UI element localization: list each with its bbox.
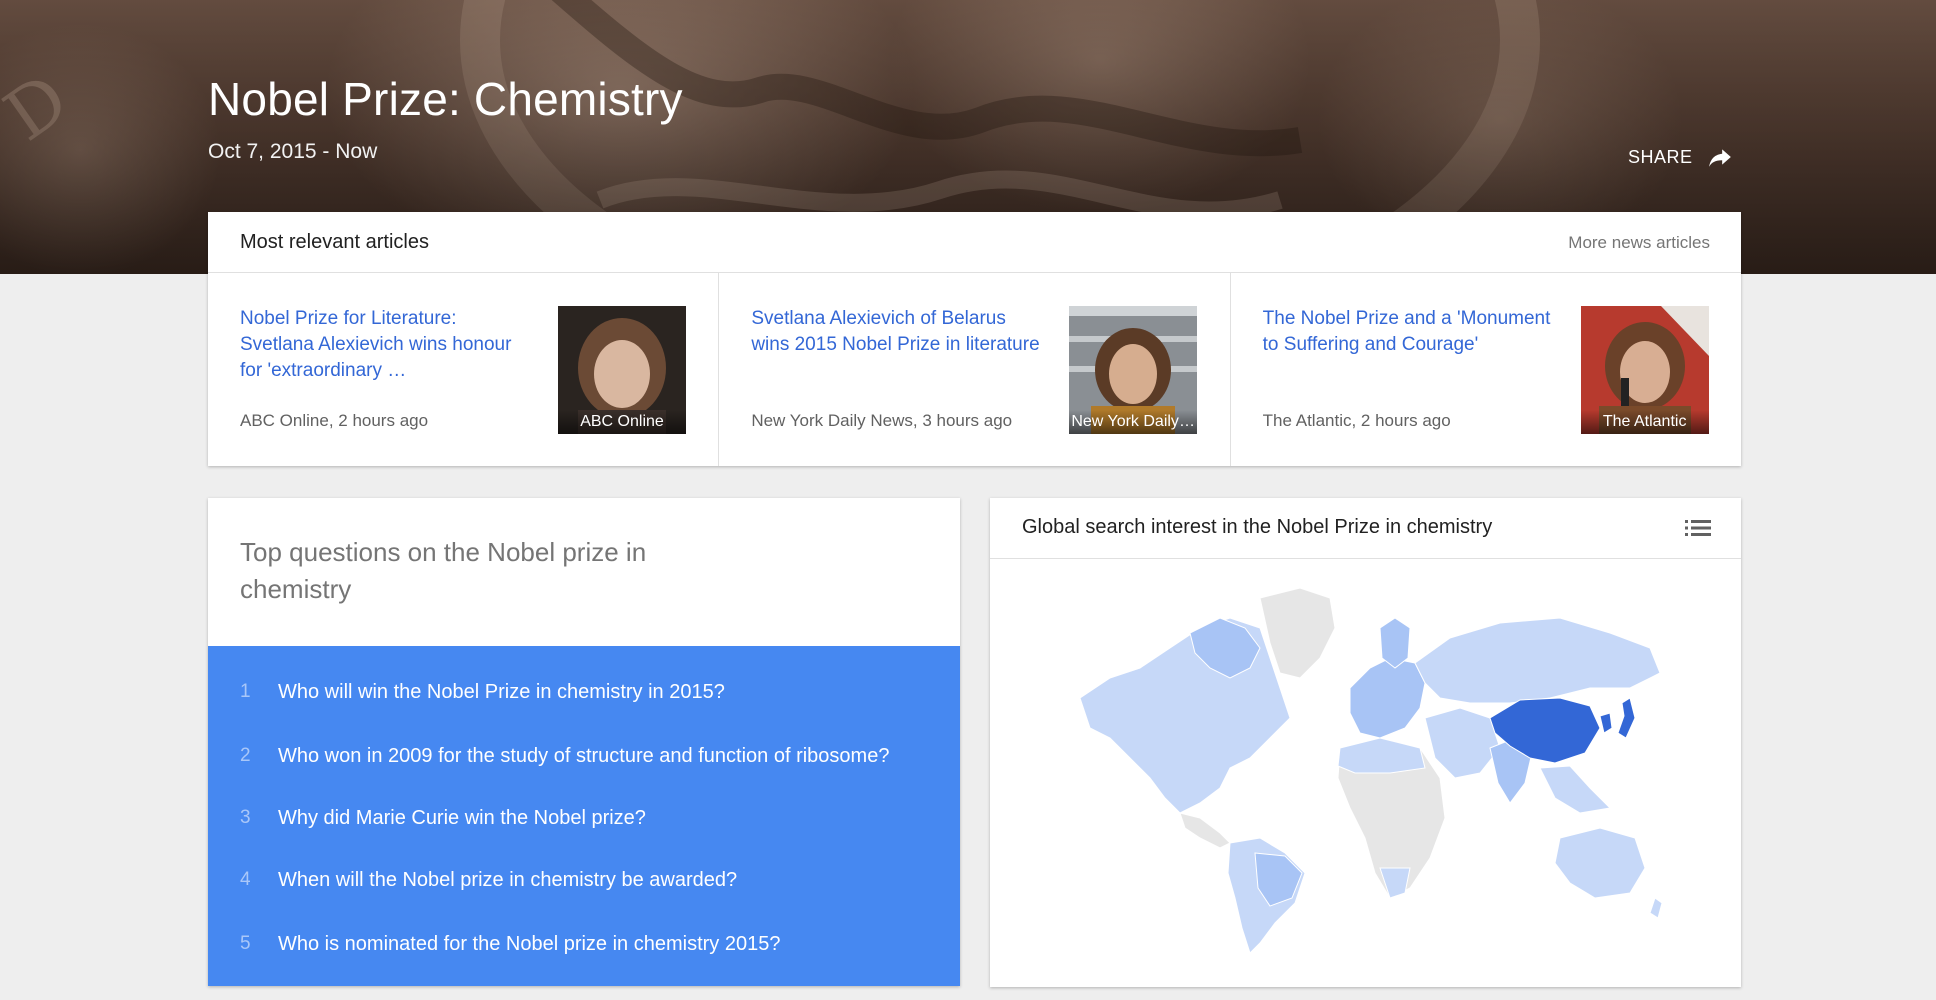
question-item[interactable]: 3 Why did Marie Curie win the Nobel priz… xyxy=(208,790,960,846)
article-thumbnail[interactable]: New York Daily News xyxy=(1069,306,1198,434)
list-icon[interactable] xyxy=(1685,516,1711,540)
thumbnail-caption: New York Daily News xyxy=(1069,410,1198,434)
question-item[interactable]: 1 Who will win the Nobel Prize in chemis… xyxy=(208,664,960,720)
question-number: 4 xyxy=(240,869,251,890)
articles-heading: Most relevant articles xyxy=(240,231,429,253)
questions-list: 1 Who will win the Nobel Prize in chemis… xyxy=(208,646,960,986)
question-number: 2 xyxy=(240,745,251,766)
article-title-link[interactable]: The Nobel Prize and a 'Monument to Suffe… xyxy=(1263,306,1553,358)
share-button[interactable]: SHARE xyxy=(1628,144,1733,170)
article-source-time: The Atlantic, 2 hours ago xyxy=(1262,411,1451,430)
article-thumbnail[interactable]: ABC Online xyxy=(558,306,686,434)
region-new-zealand xyxy=(1649,897,1663,919)
region-russia xyxy=(1414,617,1661,704)
question-text: Who won in 2009 for the study of structu… xyxy=(278,744,890,767)
article-title-link[interactable]: Svetlana Alexievich of Belarus wins 2015… xyxy=(751,306,1041,358)
question-text: Who is nominated for the Nobel prize in … xyxy=(278,932,781,955)
question-item[interactable]: 5 Who is nominated for the Nobel prize i… xyxy=(208,916,960,972)
article-source-time: ABC Online, 2 hours ago xyxy=(240,411,429,430)
map-header: Global search interest in the Nobel Priz… xyxy=(990,498,1741,559)
share-label: SHARE xyxy=(1628,146,1693,167)
region-middle-east xyxy=(1424,707,1501,779)
region-europe xyxy=(1349,657,1426,739)
map-heading: Global search interest in the Nobel Priz… xyxy=(1022,516,1493,538)
question-number: 1 xyxy=(240,681,251,702)
question-text: Who will win the Nobel Prize in chemistr… xyxy=(278,680,725,703)
region-central-america xyxy=(1179,812,1231,849)
question-text: Why did Marie Curie win the Nobel prize? xyxy=(278,806,646,829)
region-north-africa xyxy=(1337,737,1426,774)
search-interest-map-card: Global search interest in the Nobel Priz… xyxy=(990,498,1741,987)
question-number: 5 xyxy=(240,933,251,954)
article-thumbnail[interactable]: The Atlantic xyxy=(1580,306,1709,434)
question-number: 3 xyxy=(240,807,251,828)
page-title: Nobel Prize: Chemistry xyxy=(208,73,683,125)
region-japan xyxy=(1617,697,1636,739)
region-southeast-asia xyxy=(1539,765,1612,814)
article-source-time: New York Daily News, 3 hours ago xyxy=(751,411,1013,430)
questions-heading: Top questions on the Nobel prize in chem… xyxy=(240,537,647,604)
article-title-link[interactable]: Nobel Prize for Literature: Svetlana Ale… xyxy=(240,306,530,384)
question-text: When will the Nobel prize in chemistry b… xyxy=(278,868,738,891)
articles-row: Nobel Prize for Literature: Svetlana Ale… xyxy=(208,273,1741,466)
region-australia xyxy=(1554,827,1646,899)
top-questions-card: Top questions on the Nobel prize in chem… xyxy=(208,498,960,986)
relevant-articles-card: Most relevant articles More news article… xyxy=(208,212,1741,466)
share-arrow-icon xyxy=(1708,149,1731,167)
thumbnail-caption: ABC Online xyxy=(558,410,686,434)
article-card[interactable]: The Nobel Prize and a 'Monument to Suffe… xyxy=(1231,273,1741,466)
region-scandinavia xyxy=(1379,617,1411,669)
date-range: Oct 7, 2015 - Now xyxy=(208,140,378,163)
question-item[interactable]: 2 Who won in 2009 for the study of struc… xyxy=(208,728,960,784)
region-south-africa xyxy=(1379,867,1411,899)
thumbnail-caption: The Atlantic xyxy=(1580,410,1709,434)
region-korea xyxy=(1599,712,1613,734)
articles-header: Most relevant articles More news article… xyxy=(208,212,1741,273)
more-news-link[interactable]: More news articles xyxy=(1568,233,1710,253)
question-item[interactable]: 4 When will the Nobel prize in chemistry… xyxy=(208,852,960,908)
article-card[interactable]: Nobel Prize for Literature: Svetlana Ale… xyxy=(208,273,720,466)
article-card[interactable]: Svetlana Alexievich of Belarus wins 2015… xyxy=(719,273,1231,466)
world-map[interactable] xyxy=(1070,588,1670,958)
